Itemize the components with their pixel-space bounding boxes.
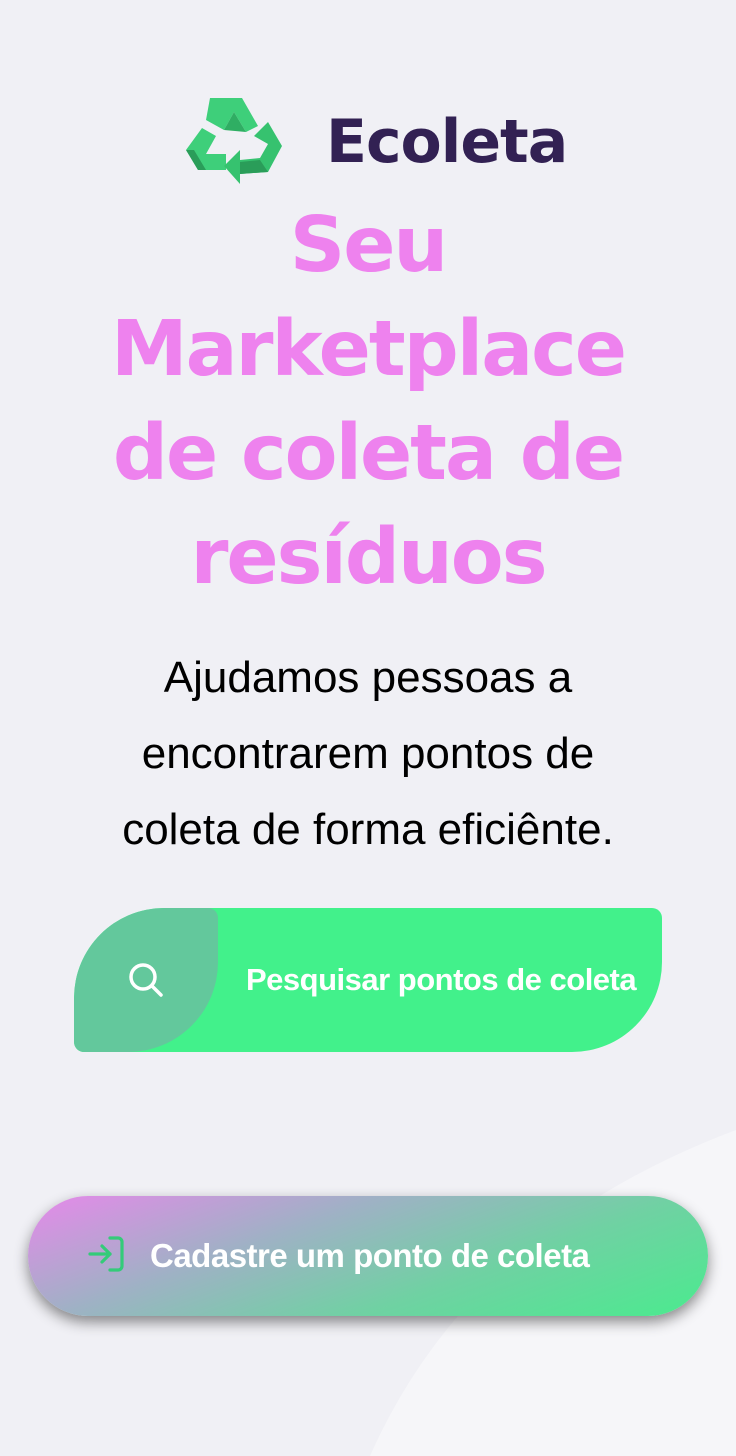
app-name: Ecoleta [326,107,568,177]
header: Ecoleta [0,92,736,188]
search-icon-block [74,908,218,1052]
search-icon [129,963,163,997]
register-button-label: Cadastre um ponto de coleta [150,1237,590,1274]
recycle-icon [184,92,284,188]
search-button-label: Pesquisar pontos de coleta [246,962,637,997]
log-in-icon [86,1234,126,1278]
search-collection-points-button[interactable]: Pesquisar pontos de coleta [74,908,662,1052]
register-collection-point-button[interactable]: Cadastre um ponto de coleta [28,1196,708,1316]
hero-subtitle: Ajudamos pessoas a encontrarem pontos de… [122,653,614,854]
hero-headline: Seu Marketplace de coleta de resíduos [110,201,627,602]
